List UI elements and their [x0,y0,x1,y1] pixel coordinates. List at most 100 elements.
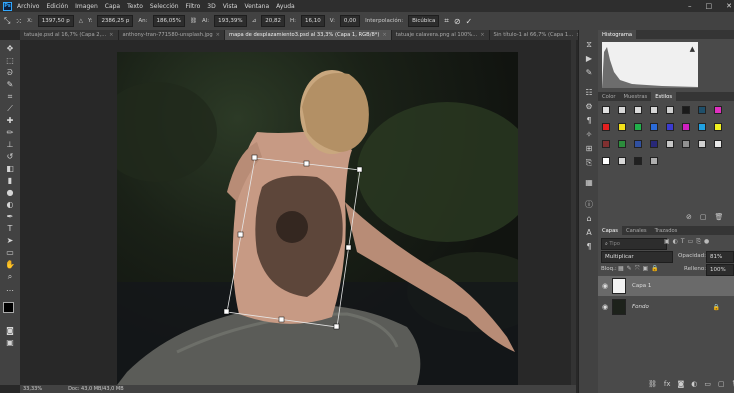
tab-histogram[interactable]: Histograma [598,30,637,39]
tab-paths[interactable]: Trazados [651,226,682,235]
layer-row[interactable]: ◉ Fondo 🔒 [598,297,734,317]
adjustment-layer-icon[interactable]: ◐ [691,380,697,388]
close-tab-icon[interactable]: × [382,32,386,38]
eyedropper-tool-icon[interactable]: ⟋ [4,104,16,113]
tab-styles[interactable]: Estilos [651,92,677,101]
menu-capa[interactable]: Capa [105,3,120,10]
style-swatch[interactable] [602,140,610,148]
menu-vista[interactable]: Vista [223,3,238,10]
zoom-level[interactable]: 33,33% [23,386,42,392]
style-swatch[interactable] [634,123,642,131]
healing-brush-tool-icon[interactable]: ✚ [4,116,16,125]
rectangle-tool-icon[interactable]: ▭ [4,248,16,257]
style-swatch[interactable] [618,157,626,165]
style-swatch[interactable] [682,140,690,148]
menu-ayuda[interactable]: Ayuda [276,3,295,10]
menu-3d[interactable]: 3D [207,3,215,10]
navigator-icon[interactable]: ✧ [584,130,594,140]
close-tab-icon[interactable]: × [480,32,484,38]
link-layers-icon[interactable]: ⛓ [648,380,657,388]
brush-settings-icon[interactable]: ✎ [584,68,594,78]
new-style-icon[interactable]: ▢ [700,213,707,221]
eraser-tool-icon[interactable]: ◧ [4,164,16,173]
delta-icon[interactable]: △ [79,18,83,24]
interpolation-select[interactable]: Bicúbica [408,15,440,27]
adjustments-icon[interactable]: ☷ [584,88,594,98]
h-skew-field[interactable]: 16,10 [301,15,325,27]
style-swatch[interactable] [634,140,642,148]
move-tool-icon[interactable]: ✥ [4,44,16,53]
dodge-tool-icon[interactable]: ◐ [4,200,16,209]
height-field[interactable]: 193,39% [214,15,247,27]
tab-channels[interactable]: Canales [622,226,651,235]
menu-filtro[interactable]: Filtro [186,3,201,10]
play-actions-icon[interactable]: ▶ [584,54,594,64]
gradient-tool-icon[interactable]: ▮ [4,176,16,185]
layer-filter-field[interactable]: ⌕ Tipo [601,238,667,250]
fill-field[interactable]: 100% [706,264,734,276]
menu-seleccion[interactable]: Selección [150,3,179,10]
history-icon[interactable]: ⧖ [584,40,594,50]
quick-select-tool-icon[interactable]: ✎ [4,80,16,89]
style-swatch[interactable] [666,123,674,131]
transform-tool-icon[interactable]: ⤡ [4,16,10,26]
style-swatch[interactable] [714,140,722,148]
menu-texto[interactable]: Texto [127,3,143,10]
character-icon[interactable]: A [584,228,594,238]
document-image[interactable] [117,52,518,385]
paragraph-styles-icon[interactable]: ¶ [584,242,594,252]
visibility-eye-icon[interactable]: ◉ [598,303,612,311]
style-swatch[interactable] [618,140,626,148]
style-swatch[interactable] [698,140,706,148]
vertical-scrollbar[interactable] [571,40,576,385]
minimize-button[interactable]: – [688,2,692,10]
style-swatch[interactable] [682,106,690,114]
menu-archivo[interactable]: Archivo [17,3,39,10]
marquee-tool-icon[interactable]: ⬚ [4,56,16,65]
angle-field[interactable]: 20,82 [261,15,285,27]
y-field[interactable]: 2386,25 p [97,15,134,27]
screen-mode-icon[interactable]: ▣ [4,338,16,347]
style-swatch[interactable] [618,123,626,131]
doc-tab[interactable]: anthony-tran-771580-unsplash.jpg × [118,30,226,40]
style-swatch[interactable] [666,106,674,114]
type-tool-icon[interactable]: T [4,224,16,233]
path-selection-tool-icon[interactable]: ➤ [4,236,16,245]
reference-point-icon[interactable]: ⁙ [15,17,22,26]
blend-mode-select[interactable]: Multiplicar [601,251,673,263]
layer-filter-icons[interactable]: ▣◐T▭⎘● [664,238,712,246]
brush-tool-icon[interactable]: ✏ [4,128,16,137]
style-swatch[interactable] [650,106,658,114]
style-swatch[interactable] [714,123,722,131]
info-panel-icon[interactable]: ⓘ [584,200,594,210]
group-icon[interactable]: ▭ [704,380,711,388]
zoom-tool-icon[interactable]: ⌕ [4,272,16,281]
style-swatch[interactable] [618,106,626,114]
style-swatch[interactable] [650,140,658,148]
style-swatch[interactable] [602,106,610,114]
new-layer-icon[interactable]: ▢ [718,380,725,388]
libraries-icon[interactable]: ▦ [584,178,594,188]
style-swatch[interactable] [650,157,658,165]
canvas-area[interactable] [20,40,576,385]
width-field[interactable]: 186,05% [152,15,186,27]
style-swatch[interactable] [682,123,690,131]
more-tools-icon[interactable]: … [4,284,16,293]
menu-ventana[interactable]: Ventana [244,3,269,10]
blur-tool-icon[interactable]: ● [4,188,16,197]
warp-icon[interactable]: ⌗ [444,16,449,26]
close-tab-icon[interactable]: × [216,32,220,38]
style-swatch[interactable] [634,157,642,165]
pen-tool-icon[interactable]: ✒ [4,212,16,221]
visibility-eye-icon[interactable]: ◉ [598,282,612,290]
crop-tool-icon[interactable]: ⌗ [4,92,16,101]
foreground-color-swatch[interactable] [3,302,14,313]
hand-tool-icon[interactable]: ✋ [4,260,16,269]
tab-color[interactable]: Color [598,92,620,101]
fx-icon[interactable]: fx [664,380,671,388]
tab-layers[interactable]: Capas [598,226,622,235]
mask-icon[interactable]: ◙ [678,380,685,388]
tab-swatches[interactable]: Muestras [620,92,652,101]
commit-transform-icon[interactable]: ✓ [466,17,473,26]
x-field[interactable]: 1397,50 p [37,15,74,27]
